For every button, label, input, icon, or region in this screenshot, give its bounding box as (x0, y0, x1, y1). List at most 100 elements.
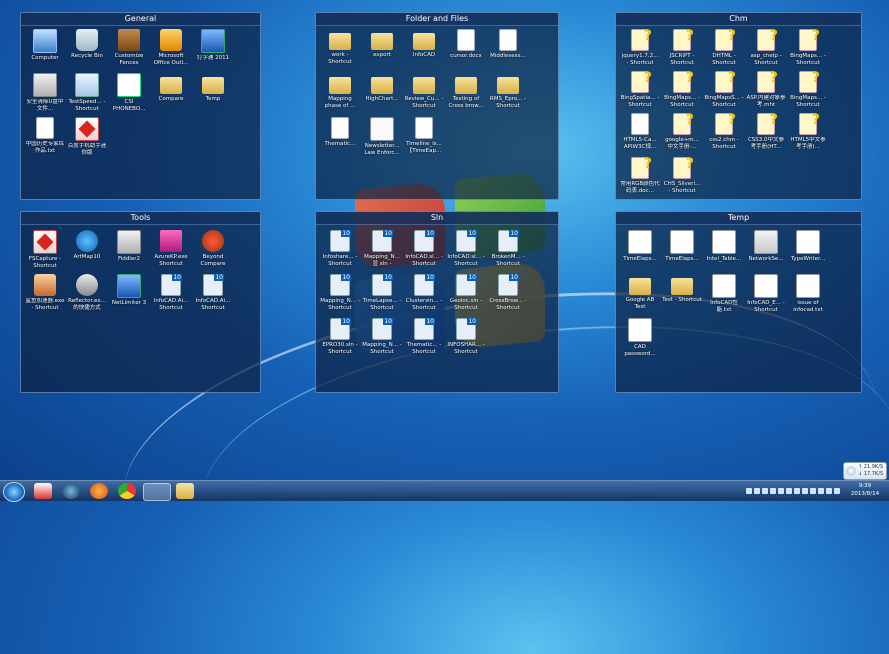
desktop-icon-accelerator[interactable]: 鲨鱼加速器.exe - Shortcut (25, 274, 65, 316)
fence-title[interactable]: Sln (316, 212, 558, 225)
desktop-icon-middlesex[interactable]: Middlesexs... (488, 29, 528, 71)
desktop-icon-work[interactable]: work - Shortcut (320, 29, 360, 71)
desktop-icon-infocad-sln-1[interactable]: InfoCAD.sl... - Shortcut (404, 230, 444, 272)
desktop-icon-thematic[interactable]: Thematic... (320, 117, 360, 159)
desktop-icon-timelapse-sln[interactable]: TimeLapse... - Shortcut (362, 274, 402, 316)
desktop-icon-mapping-sln-3[interactable]: Mapping_N... - Shortcut (362, 318, 402, 360)
desktop-icon-clusters-sln[interactable]: Clustersin... - Shortcut (404, 274, 444, 316)
tray-icon[interactable] (810, 488, 816, 494)
desktop-icon-mapping-sln-1[interactable]: Mapping_N... 显 sln - Shortcut (362, 230, 402, 272)
desktop-icon-bingmaps-2[interactable]: BingMaps... - Shortcut (662, 70, 702, 113)
desktop-icon-infocad-sln-2[interactable]: InfoCAD.sl... - Shortcut (446, 230, 486, 272)
desktop-icon-newsletter[interactable]: Newsletter... Law Enforc... (362, 117, 402, 159)
desktop-icon-infoshare[interactable]: Infoshare... - Shortcut (320, 230, 360, 272)
desktop-icon-infocad-ai-1[interactable]: InfoCAD.Ai... Shortcut (151, 274, 191, 316)
desktop-icon-html5-ref[interactable]: HTML5中文参考手册(... (788, 112, 828, 155)
desktop-icon-infoshare-sln[interactable]: INFOSHAR... - Shortcut (446, 318, 486, 360)
desktop-icon-dhtml-chm[interactable]: DHTML - Shortcut (704, 28, 744, 71)
fence-title[interactable]: Folder and Files (316, 13, 558, 26)
desktop-icon-csi-phonebook[interactable]: CSI PHONEBO... (109, 73, 149, 115)
fence-title[interactable]: General (21, 13, 260, 26)
desktop-icon-reflector[interactable]: Reflector.ex... 的快捷方式 (67, 274, 107, 316)
ie-icon[interactable] (143, 483, 171, 501)
desktop-icon-artmap[interactable]: ArtMap10 (67, 230, 107, 272)
desktop-icon-jquery-chm[interactable]: jquery1.7.2... - Shortcut (620, 28, 660, 71)
desktop-icon-infocad-perf[interactable]: InfoCAD性能.txt (704, 274, 744, 316)
desktop-icon-test-shortcut[interactable]: Test - Shortcut (662, 274, 702, 316)
desktop-icon-outlook[interactable]: Microsoft Office Outl... (151, 29, 191, 71)
network-speed-gadget[interactable]: ↑ 21.9K/S ↓ 17.7K/S (843, 462, 887, 480)
firefox-icon[interactable] (90, 483, 108, 499)
tray-icon[interactable] (786, 488, 792, 494)
tray-icon[interactable] (762, 488, 768, 494)
desktop-icon-testspeed[interactable]: TestSpeed... - Shortcut (67, 73, 107, 115)
desktop-icon-bingmaps-1[interactable]: BingMaps... - Shortcut (788, 28, 828, 71)
desktop-icon-typewriter[interactable]: TypeWriter... (788, 230, 828, 272)
desktop-icon-recycle-bin[interactable]: Recycle Bin (67, 29, 107, 71)
desktop-icon-testing-cross-browser[interactable]: Testing of Cross brow... (446, 73, 486, 115)
desktop-icon-css3[interactable]: CSS3.0中文参考手册(HT... (746, 112, 786, 155)
desktop-icon-netlimiter[interactable]: NetLimiter 3 (109, 274, 149, 316)
desktop-icon-azurekp[interactable]: AzureKP.exe Shortcut (151, 230, 191, 272)
desktop-icon-review[interactable]: Review_Cu... - Shortcut (404, 73, 444, 115)
desktop-icon-timeline[interactable]: Timeline_is... 【TimeEap... (404, 117, 444, 159)
fence-sln[interactable]: Sln Infoshare... - Shortcut Mapping_N...… (315, 211, 559, 393)
desktop-icon-intel-table[interactable]: Intel_Table... (704, 230, 744, 272)
desktop-icon-brokenm[interactable]: BrokenM... - Shortcut (488, 230, 528, 272)
desktop-icon-asp-chelp[interactable]: asp_chelp - Shortcut (746, 28, 786, 71)
tray-icon[interactable] (802, 488, 808, 494)
clock[interactable]: 9:39 2013/8/14 (845, 482, 885, 500)
desktop-icon-customize-fences[interactable]: Customize Fences (109, 29, 149, 71)
chrome-icon[interactable] (118, 483, 136, 499)
desktop-icon-jscript-chm[interactable]: JSCRIPT - Shortcut (662, 28, 702, 71)
desktop-icon-issue-infocad[interactable]: issue of infocad.txt (788, 274, 828, 316)
desktop-icon-typing[interactable]: 打字通 2011 (193, 29, 233, 71)
desktop-icon-geoloc-sln[interactable]: Geoloc.sln - Shortcut (446, 274, 486, 316)
desktop-icon-thematic-sln[interactable]: Thematic... - Shortcut (404, 318, 444, 360)
tray-icon[interactable] (834, 488, 840, 494)
tray-icon[interactable] (746, 488, 752, 494)
windows-media-icon[interactable] (62, 483, 80, 499)
desktop-icon-google-ab-test[interactable]: Google AB Test (620, 274, 660, 316)
desktop-icon-html5-canvas[interactable]: HTML5-Ca... APIW3C规... (620, 113, 660, 155)
fence-title[interactable]: Tools (21, 212, 260, 225)
desktop-icon-fscapture[interactable]: FSCapture - Shortcut (25, 230, 65, 272)
desktop-icon-cad-password[interactable]: CAD password... (620, 318, 660, 360)
desktop-icon-highchart[interactable]: HighChart... (362, 73, 402, 115)
desktop-icon-epro-sln[interactable]: EPRO30.sln - Shortcut (320, 318, 360, 360)
fence-general[interactable]: General Computer Recycle Bin Customize F… (20, 12, 261, 200)
desktop-icon-infocad-ai-2[interactable]: InfoCAD.Ai... Shortcut (193, 274, 233, 316)
desktop-icon-mapping-sln-2[interactable]: Mapping_N... - Shortcut (320, 274, 360, 316)
tray-icon[interactable] (794, 488, 800, 494)
desktop-icon-temp[interactable]: Temp (193, 73, 233, 115)
desktop-icon-usb-clean[interactable]: 安全清除U盘中文件... (25, 73, 65, 115)
desktop-icon-bingmapss[interactable]: BingMapsS... - Shortcut (704, 70, 744, 113)
folder-icon[interactable] (176, 483, 194, 499)
desktop-icon-compare[interactable]: Compare (151, 73, 191, 115)
desktop-icon-export[interactable]: export (362, 29, 402, 71)
fence-folder-and-files[interactable]: Folder and Files work - Shortcut export … (315, 12, 559, 200)
fence-temp[interactable]: Temp TimeElaps... TimeElaps... Intel_Tab… (615, 211, 862, 393)
fence-title[interactable]: Temp (616, 212, 861, 225)
desktop-icon-networkse[interactable]: NetworkSe... (746, 230, 786, 272)
desktop-icon-css2[interactable]: css2.chm - Shortcut (704, 112, 744, 155)
desktop-icon-mapping-phase[interactable]: Mapping phase of ... (320, 73, 360, 115)
system-tray[interactable] (745, 485, 845, 497)
desktop-icon-history-txt[interactable]: 中国历史专家库作品.txt (25, 117, 65, 159)
tray-icon[interactable] (778, 488, 784, 494)
tray-icon[interactable] (818, 488, 824, 494)
desktop-icon-crossbrow-sln[interactable]: CrossBrow... - Shortcut (488, 274, 528, 316)
desktop-icon-rms-epro[interactable]: RMS_Epro... - Shortcut (488, 73, 528, 115)
desktop-icon-bingspatial[interactable]: BingSpatia... - Shortcut (620, 70, 660, 113)
desktop-icon-infocad-e[interactable]: InfoCAD_E... - Shortcut (746, 274, 786, 316)
fence-chm[interactable]: Chm jquery1.7.2... - Shortcut JSCRIPT - … (615, 12, 862, 200)
desktop-icon-computer[interactable]: Computer (25, 29, 65, 71)
desktop-icon-cursor-docx[interactable]: cursor.docx (446, 29, 486, 71)
desktop-icon-fiddler[interactable]: Fiddler2 (109, 230, 149, 272)
fence-title[interactable]: Chm (616, 13, 861, 26)
desktop-icon-bingmaps-3[interactable]: BingMaps... - Shortcut (788, 70, 828, 113)
desktop-icon-baidu[interactable]: 百度手机助手迷你版 (67, 117, 107, 159)
tray-icon[interactable] (770, 488, 776, 494)
start-button[interactable] (3, 482, 25, 502)
app-icon-1[interactable] (34, 483, 52, 499)
